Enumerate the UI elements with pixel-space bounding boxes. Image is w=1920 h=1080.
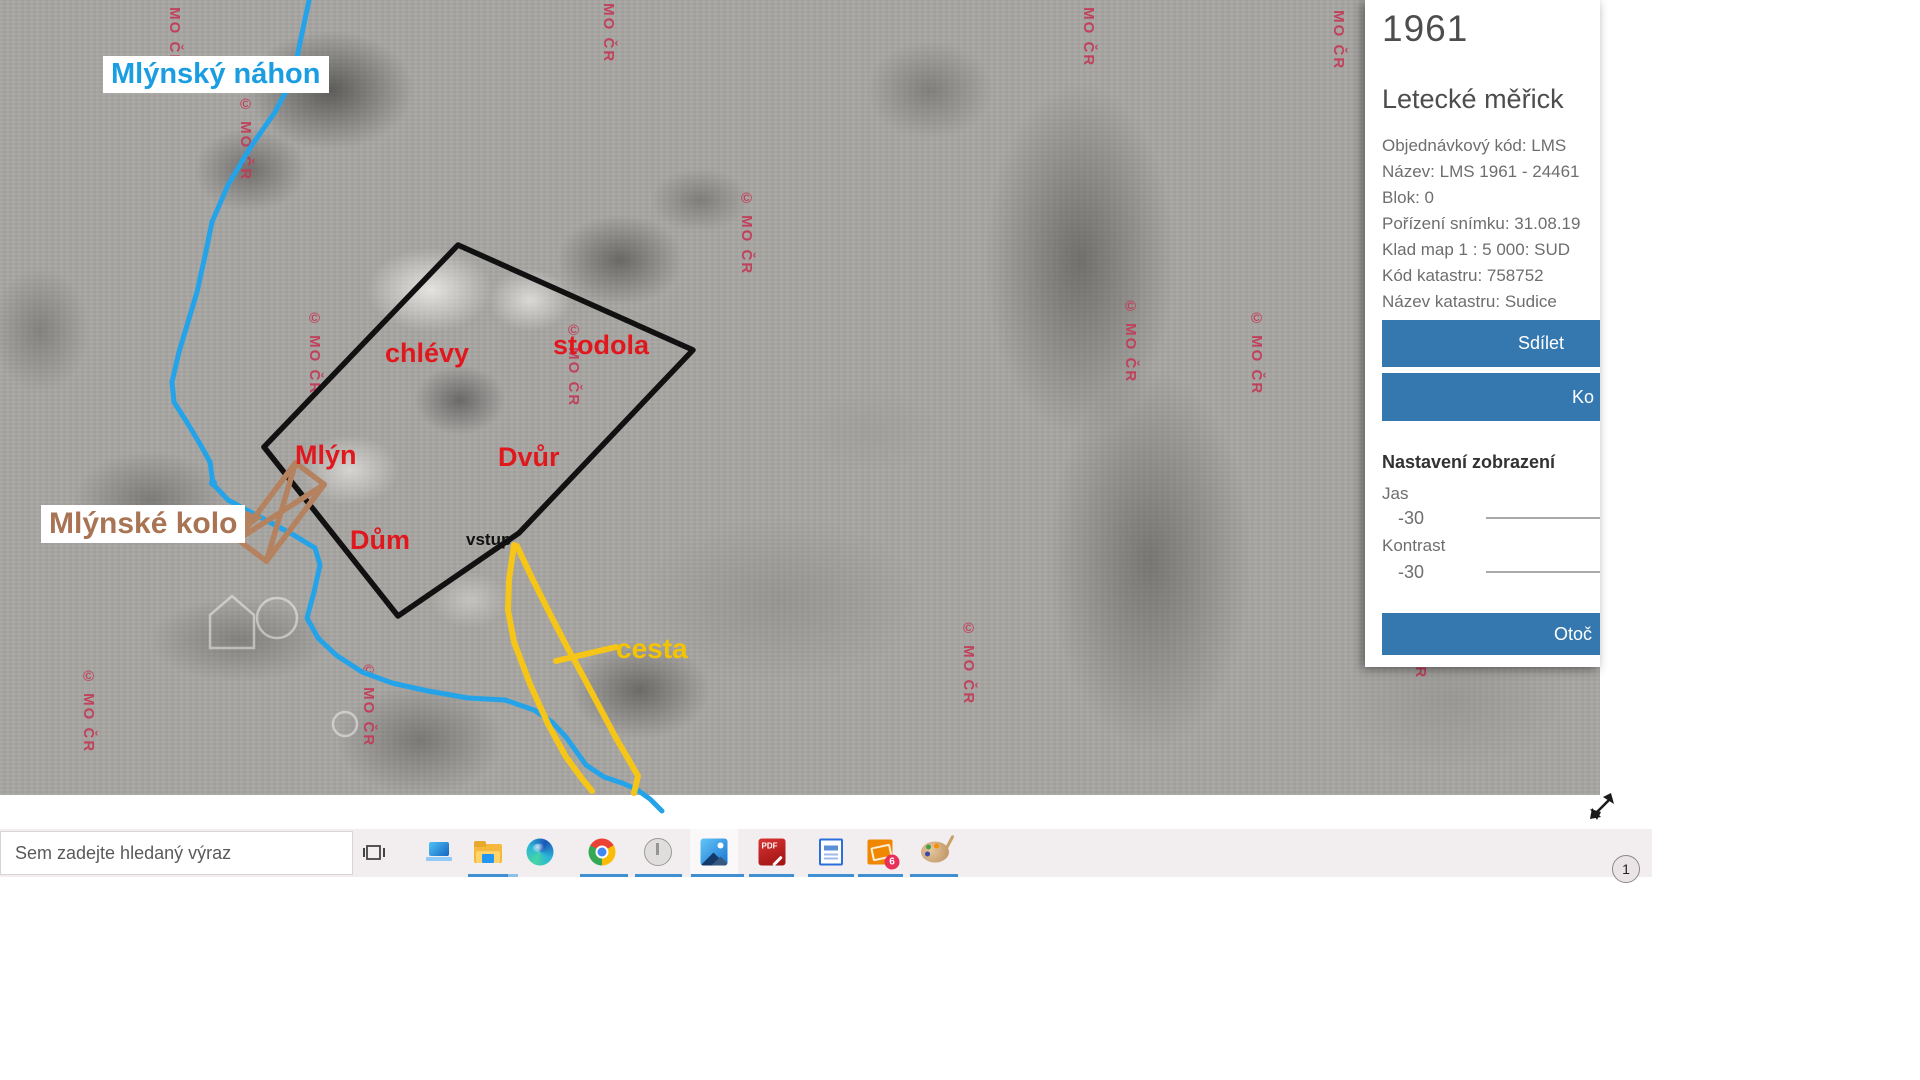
notification-badge: 1 [1612, 855, 1640, 883]
buy-button[interactable]: Ko [1382, 373, 1600, 421]
label-cowsheds: chlévy [385, 338, 469, 369]
rotate-button[interactable]: Otoč [1382, 613, 1600, 655]
orange-app-icon: 6 [868, 839, 893, 864]
meta-map-sheet: Klad map 1 : 5 000: SUD [1382, 237, 1600, 263]
taskbar-icon-seal[interactable] [634, 829, 682, 874]
meta-order-code: Objednávkový kód: LMS [1382, 133, 1600, 159]
task-view-icon[interactable] [362, 843, 388, 863]
laptop-icon [426, 842, 452, 862]
taskbar-icon-writer[interactable] [807, 829, 855, 874]
brightness-value: -30 [1398, 508, 1424, 529]
label-courtyard: Dvůr [498, 442, 560, 473]
contrast-slider[interactable] [1486, 571, 1600, 573]
folder-icon [474, 841, 502, 863]
copyright-watermark: © MO ČR [1248, 310, 1265, 395]
taskbar-icon-laptop[interactable] [415, 829, 463, 874]
open-app-indicator [910, 874, 958, 877]
open-app-indicator [508, 874, 518, 877]
taskbar-icon-pdf[interactable]: PDF [748, 829, 796, 874]
label-house: Dům [350, 525, 410, 556]
display-settings-heading: Nastavení zobrazení [1382, 452, 1555, 473]
pdf-editor-icon: PDF [759, 838, 786, 865]
taskbar-icon-photos[interactable] [690, 829, 738, 874]
open-app-indicator [635, 874, 682, 877]
contrast-label: Kontrast [1382, 536, 1445, 556]
label-mill-race: Mlýnský náhon [103, 56, 329, 93]
meta-name: Název: LMS 1961 - 24461 [1382, 159, 1600, 185]
taskbar-icon-paint[interactable] [911, 829, 959, 874]
photos-app-icon [701, 838, 728, 865]
screen: © MO ČR © MO ČR © MO ČR © MO ČR © MO ČR … [0, 0, 1920, 1080]
contrast-value: -30 [1398, 562, 1424, 583]
copyright-watermark: © MO ČR [1122, 298, 1139, 383]
copyright-watermark: © MO ČR [1330, 0, 1347, 70]
info-panel: 1961 Letecké měřick Objednávkový kód: LM… [1365, 0, 1600, 667]
label-entrance: vstup [466, 530, 511, 550]
share-button[interactable]: Sdílet [1382, 320, 1600, 367]
document-app-icon [819, 838, 843, 865]
meta-date: Pořízení snímku: 31.08.19 [1382, 211, 1600, 237]
contrast-slider-row: -30 [1398, 562, 1424, 583]
brightness-slider-row: -30 [1398, 508, 1424, 529]
seal-badge-icon [644, 838, 672, 866]
brightness-label: Jas [1382, 484, 1408, 504]
open-app-indicator [468, 874, 508, 877]
label-mill: Mlýn [295, 440, 357, 471]
taskbar-icon-file-explorer[interactable] [464, 829, 512, 874]
open-app-indicator [858, 874, 903, 877]
expand-diagonal-icon[interactable] [1588, 791, 1618, 821]
edge-browser-icon [527, 838, 554, 865]
open-app-indicator [691, 874, 744, 877]
taskbar-icon-edge[interactable] [516, 829, 564, 874]
open-app-indicator [808, 874, 854, 877]
brightness-slider[interactable] [1486, 517, 1600, 519]
panel-year: 1961 [1382, 8, 1600, 50]
open-app-indicator [749, 874, 794, 877]
copyright-watermark: © MO ČR [600, 0, 617, 63]
open-app-indicator [580, 874, 628, 877]
label-mill-wheel: Mlýnské kolo [41, 505, 245, 543]
search-input[interactable] [0, 831, 353, 875]
copyright-watermark: © MO ČR [960, 620, 977, 705]
meta-cadastre-code: Kód katastru: 758752 [1382, 263, 1600, 289]
paint-palette-icon [921, 841, 949, 862]
label-road: cesta [616, 633, 688, 665]
copyright-watermark: © MO ČR [237, 96, 254, 181]
copyright-watermark: © MO ČR [360, 662, 377, 747]
copyright-watermark: © MO ČR [738, 190, 755, 275]
aerial-map[interactable]: © MO ČR © MO ČR © MO ČR © MO ČR © MO ČR … [0, 0, 1600, 795]
taskbar-icon-chrome[interactable] [578, 829, 626, 874]
panel-metadata: Objednávkový kód: LMS Název: LMS 1961 - … [1382, 133, 1600, 315]
label-barn: stodola [553, 330, 649, 361]
panel-title: Letecké měřick [1382, 84, 1600, 115]
chrome-browser-icon [589, 838, 616, 865]
notification-count-badge: 6 [885, 854, 900, 869]
copyright-watermark: © MO ČR [306, 310, 323, 395]
copyright-watermark: © MO ČR [80, 668, 97, 753]
meta-cadastre-name: Název katastru: Sudice [1382, 289, 1600, 315]
taskbar-icon-orange-app[interactable]: 6 [856, 829, 904, 874]
meta-block: Blok: 0 [1382, 185, 1600, 211]
taskbar: PDF 6 [0, 829, 1652, 877]
copyright-watermark: © MO ČR [1080, 0, 1097, 67]
